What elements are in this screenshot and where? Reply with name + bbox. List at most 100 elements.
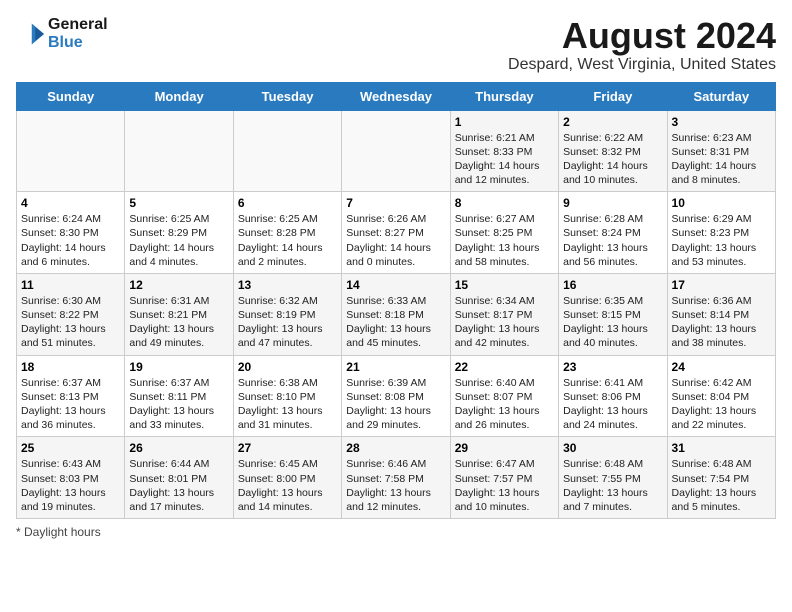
calendar-cell: 26Sunrise: 6:44 AMSunset: 8:01 PMDayligh… — [125, 437, 233, 519]
calendar-cell: 2 Sunrise: 6:22 AMSunset: 8:32 PMDaylight… — [559, 110, 667, 192]
calendar-cell: 24Sunrise: 6:42 AMSunset: 8:04 PMDayligh… — [667, 355, 775, 437]
calendar-cell: 21 Sunrise: 6:39 AMSunset: 8:08 PMDayligh… — [342, 355, 450, 437]
day-info: Sunrise: 6:47 AMSunset: 7:57 PMDaylight:… — [455, 457, 554, 514]
calendar-cell: 12 Sunrise: 6:31 AMSunset: 8:21 PMDayligh… — [125, 273, 233, 355]
calendar-week-row: 18 Sunrise: 6:37 AMSunset: 8:13 PMDayligh… — [17, 355, 776, 437]
day-number: 30 — [563, 441, 662, 455]
day-number: 3 — [672, 115, 771, 129]
day-number: 10 — [672, 196, 771, 210]
day-number: 19 — [129, 360, 228, 374]
calendar-cell: 31 Sunrise: 6:48 AMSunset: 7:54 PMDayligh… — [667, 437, 775, 519]
day-number: 5 — [129, 196, 228, 210]
day-info: Sunrise: 6:48 AMSunset: 7:55 PMDaylight:… — [563, 457, 662, 514]
calendar-cell: 20Sunrise: 6:38 AMSunset: 8:10 PMDayligh… — [233, 355, 341, 437]
day-number: 24 — [672, 360, 771, 374]
day-number: 14 — [346, 278, 445, 292]
footer-label: Daylight hours — [24, 525, 101, 539]
calendar-body: 1 Sunrise: 6:21 AMSunset: 8:33 PMDaylight… — [17, 110, 776, 518]
day-info: Sunrise: 6:34 AMSunset: 8:17 PMDaylight:… — [455, 294, 554, 351]
calendar-cell — [17, 110, 125, 192]
day-of-week-header: Saturday — [667, 82, 775, 110]
calendar-cell: 18 Sunrise: 6:37 AMSunset: 8:13 PMDayligh… — [17, 355, 125, 437]
day-info: Sunrise: 6:33 AMSunset: 8:18 PMDaylight:… — [346, 294, 445, 351]
day-of-week-header: Monday — [125, 82, 233, 110]
day-number: 28 — [346, 441, 445, 455]
day-number: 25 — [21, 441, 120, 455]
day-info: Sunrise: 6:48 AMSunset: 7:54 PMDaylight:… — [672, 457, 771, 514]
calendar-cell: 13Sunrise: 6:32 AMSunset: 8:19 PMDayligh… — [233, 273, 341, 355]
day-of-week-header: Thursday — [450, 82, 558, 110]
day-number: 4 — [21, 196, 120, 210]
day-info: Sunrise: 6:24 AMSunset: 8:30 PMDaylight:… — [21, 212, 120, 269]
header: General Blue August 2024 Despard, West V… — [16, 16, 776, 74]
day-number: 29 — [455, 441, 554, 455]
title-area: August 2024 Despard, West Virginia, Unit… — [508, 16, 776, 74]
day-number: 8 — [455, 196, 554, 210]
calendar-cell: 23 Sunrise: 6:41 AMSunset: 8:06 PMDayligh… — [559, 355, 667, 437]
day-info: Sunrise: 6:39 AMSunset: 8:08 PMDaylight:… — [346, 376, 445, 433]
calendar-cell — [342, 110, 450, 192]
day-info: Sunrise: 6:38 AMSunset: 8:10 PMDaylight:… — [238, 376, 337, 433]
day-info: Sunrise: 6:25 AMSunset: 8:29 PMDaylight:… — [129, 212, 228, 269]
calendar-week-row: 1 Sunrise: 6:21 AMSunset: 8:33 PMDaylight… — [17, 110, 776, 192]
calendar-cell: 27Sunrise: 6:45 AMSunset: 8:00 PMDayligh… — [233, 437, 341, 519]
day-info: Sunrise: 6:26 AMSunset: 8:27 PMDaylight:… — [346, 212, 445, 269]
day-of-week-header: Sunday — [17, 82, 125, 110]
day-info: Sunrise: 6:41 AMSunset: 8:06 PMDaylight:… — [563, 376, 662, 433]
day-number: 2 — [563, 115, 662, 129]
day-info: Sunrise: 6:32 AMSunset: 8:19 PMDaylight:… — [238, 294, 337, 351]
day-info: Sunrise: 6:29 AMSunset: 8:23 PMDaylight:… — [672, 212, 771, 269]
day-number: 21 — [346, 360, 445, 374]
day-number: 7 — [346, 196, 445, 210]
logo: General Blue — [16, 16, 108, 51]
day-info: Sunrise: 6:23 AMSunset: 8:31 PMDaylight:… — [672, 131, 771, 188]
calendar-cell: 11 Sunrise: 6:30 AMSunset: 8:22 PMDayligh… — [17, 273, 125, 355]
day-info: Sunrise: 6:21 AMSunset: 8:33 PMDaylight:… — [455, 131, 554, 188]
day-number: 11 — [21, 278, 120, 292]
day-info: Sunrise: 6:27 AMSunset: 8:25 PMDaylight:… — [455, 212, 554, 269]
day-info: Sunrise: 6:31 AMSunset: 8:21 PMDaylight:… — [129, 294, 228, 351]
calendar-week-row: 11 Sunrise: 6:30 AMSunset: 8:22 PMDayligh… — [17, 273, 776, 355]
day-number: 1 — [455, 115, 554, 129]
calendar-cell: 4 Sunrise: 6:24 AMSunset: 8:30 PMDaylight… — [17, 192, 125, 274]
footer-note: * Daylight hours — [16, 525, 776, 539]
day-info: Sunrise: 6:45 AMSunset: 8:00 PMDaylight:… — [238, 457, 337, 514]
day-info: Sunrise: 6:44 AMSunset: 8:01 PMDaylight:… — [129, 457, 228, 514]
main-title: August 2024 — [508, 16, 776, 56]
calendar-cell: 6 Sunrise: 6:25 AMSunset: 8:28 PMDaylight… — [233, 192, 341, 274]
day-number: 16 — [563, 278, 662, 292]
calendar-cell: 16Sunrise: 6:35 AMSunset: 8:15 PMDayligh… — [559, 273, 667, 355]
day-number: 6 — [238, 196, 337, 210]
calendar-cell: 1 Sunrise: 6:21 AMSunset: 8:33 PMDaylight… — [450, 110, 558, 192]
day-info: Sunrise: 6:22 AMSunset: 8:32 PMDaylight:… — [563, 131, 662, 188]
calendar-cell — [125, 110, 233, 192]
calendar-cell: 30 Sunrise: 6:48 AMSunset: 7:55 PMDayligh… — [559, 437, 667, 519]
day-number: 15 — [455, 278, 554, 292]
day-number: 12 — [129, 278, 228, 292]
calendar-cell: 25Sunrise: 6:43 AMSunset: 8:03 PMDayligh… — [17, 437, 125, 519]
day-number: 22 — [455, 360, 554, 374]
calendar-cell: 29 Sunrise: 6:47 AMSunset: 7:57 PMDayligh… — [450, 437, 558, 519]
calendar: SundayMondayTuesdayWednesdayThursdayFrid… — [16, 82, 776, 519]
day-info: Sunrise: 6:25 AMSunset: 8:28 PMDaylight:… — [238, 212, 337, 269]
day-number: 31 — [672, 441, 771, 455]
day-number: 18 — [21, 360, 120, 374]
calendar-cell: 5 Sunrise: 6:25 AMSunset: 8:29 PMDaylight… — [125, 192, 233, 274]
calendar-cell: 3 Sunrise: 6:23 AMSunset: 8:31 PMDaylight… — [667, 110, 775, 192]
days-of-week-row: SundayMondayTuesdayWednesdayThursdayFrid… — [17, 82, 776, 110]
logo-icon — [16, 20, 44, 48]
day-number: 23 — [563, 360, 662, 374]
day-info: Sunrise: 6:30 AMSunset: 8:22 PMDaylight:… — [21, 294, 120, 351]
calendar-header: SundayMondayTuesdayWednesdayThursdayFrid… — [17, 82, 776, 110]
day-of-week-header: Friday — [559, 82, 667, 110]
day-info: Sunrise: 6:37 AMSunset: 8:13 PMDaylight:… — [21, 376, 120, 433]
calendar-cell — [233, 110, 341, 192]
day-number: 17 — [672, 278, 771, 292]
subtitle: Despard, West Virginia, United States — [508, 56, 776, 74]
calendar-cell: 9Sunrise: 6:28 AMSunset: 8:24 PMDaylight… — [559, 192, 667, 274]
calendar-cell: 7 Sunrise: 6:26 AMSunset: 8:27 PMDaylight… — [342, 192, 450, 274]
day-of-week-header: Tuesday — [233, 82, 341, 110]
calendar-cell: 10 Sunrise: 6:29 AMSunset: 8:23 PMDayligh… — [667, 192, 775, 274]
calendar-week-row: 4 Sunrise: 6:24 AMSunset: 8:30 PMDaylight… — [17, 192, 776, 274]
calendar-cell: 28Sunrise: 6:46 AMSunset: 7:58 PMDayligh… — [342, 437, 450, 519]
